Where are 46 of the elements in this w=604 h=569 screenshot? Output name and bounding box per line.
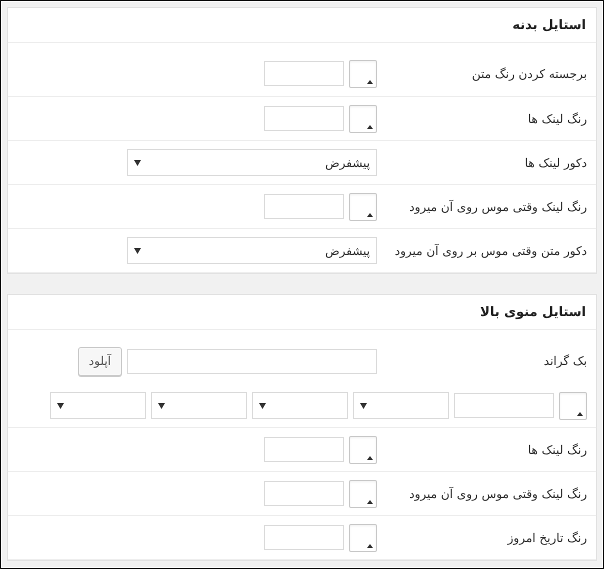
color-input[interactable] (264, 481, 344, 506)
color-picker-button[interactable] (559, 392, 587, 420)
color-picker-button[interactable] (349, 60, 377, 88)
url-input[interactable] (127, 348, 377, 374)
field-label: رنگ لینک وقتی موس روی آن میرود (408, 200, 587, 214)
field-label: بک گراند (542, 354, 587, 368)
panel-title: استایل بدنه (8, 8, 596, 43)
dropdown-select[interactable] (252, 392, 348, 419)
dropdown-arrow-icon (57, 402, 64, 408)
color-input[interactable] (264, 106, 344, 131)
caret-up-icon (367, 80, 373, 84)
field-label: رنگ لینک وقتی موس روی آن میرود (408, 486, 587, 500)
font-size-input[interactable] (454, 393, 554, 418)
dropdown-arrow-icon (134, 248, 141, 254)
color-input[interactable] (264, 437, 344, 462)
caret-up-icon (367, 124, 373, 128)
caret-up-icon (577, 412, 583, 416)
caret-up-icon (367, 500, 373, 504)
color-picker-button[interactable] (349, 436, 377, 464)
caret-up-icon (367, 544, 373, 548)
field-label: رنگ تاریخ امروز (506, 530, 587, 544)
caret-up-icon (367, 212, 373, 216)
dropdown-arrow-icon (134, 160, 141, 166)
color-input[interactable] (264, 61, 344, 86)
color-input[interactable] (264, 525, 344, 550)
color-picker-button[interactable] (349, 104, 377, 132)
dropdown-arrow-icon (360, 402, 367, 408)
field-label: دکور متن وقتی موس بر روی آن میرود (394, 244, 587, 258)
dropdown-select[interactable]: پیشفرض (127, 237, 377, 264)
upload-button[interactable]: آپلود (78, 346, 122, 376)
dropdown-select[interactable]: پیشفرض (127, 149, 377, 176)
field-label: رنگ لینک ها (526, 112, 587, 126)
dropdown-arrow-icon (259, 402, 266, 408)
dropdown-select[interactable] (151, 392, 247, 419)
panel-title: استایل منوی بالا (8, 295, 596, 330)
dropdown-select[interactable] (50, 392, 146, 419)
color-input[interactable] (264, 194, 344, 219)
color-picker-button[interactable] (349, 480, 377, 508)
color-picker-button[interactable] (349, 192, 377, 220)
field-label: دکور لینک ها (524, 156, 587, 170)
dropdown-select[interactable] (353, 392, 449, 419)
field-label: برجسته کردن رنگ متن (470, 66, 587, 80)
color-picker-button[interactable] (349, 524, 377, 552)
caret-up-icon (367, 456, 373, 460)
dropdown-arrow-icon (158, 402, 165, 408)
field-label: رنگ لینک ها (526, 442, 587, 456)
